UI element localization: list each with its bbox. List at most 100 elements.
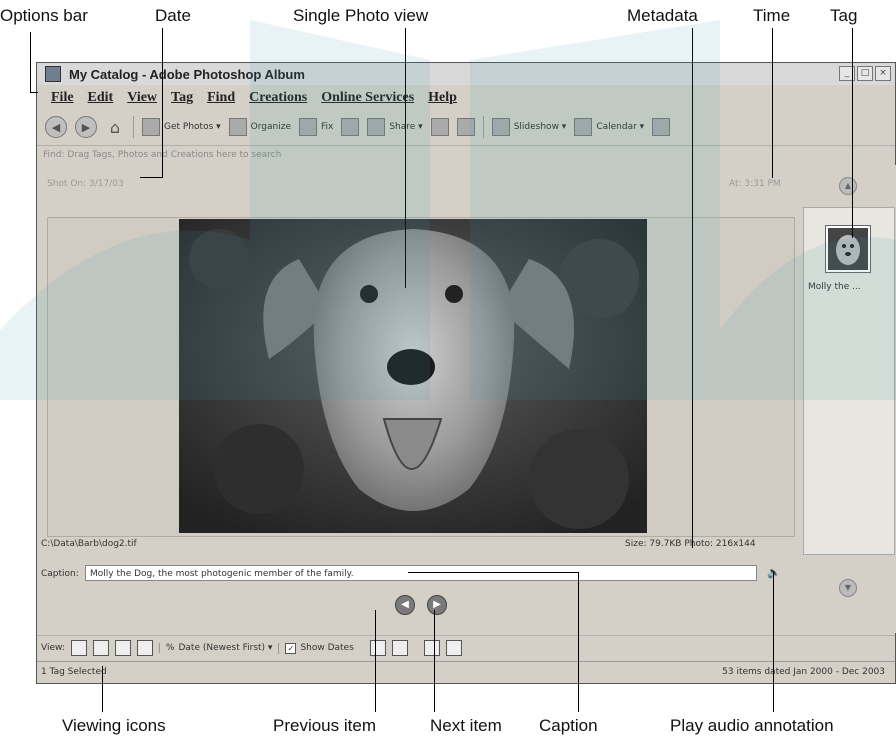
menu-bar: File Edit View Tag Find Creations Online… — [37, 87, 895, 109]
callout-options-bar: Options bar — [0, 6, 88, 25]
get-photos-button[interactable]: Get Photos ▾ — [142, 118, 221, 136]
leader-line — [408, 572, 578, 573]
show-dates-label: Show Dates — [300, 643, 354, 653]
small-thumbnails-icon[interactable] — [70, 640, 87, 656]
menu-find[interactable]: Find — [207, 90, 235, 106]
calendar-label: Calendar ▾ — [596, 122, 645, 132]
callout-time: Time — [753, 6, 791, 25]
callout-tag: Tag — [830, 6, 858, 25]
status-left: 1 Tag Selected — [41, 667, 107, 677]
leader-line — [692, 28, 693, 548]
next-item-button[interactable]: ▶ — [427, 595, 447, 615]
menu-creations[interactable]: Creations — [249, 90, 307, 106]
scroll-up-icon[interactable]: ▲ — [839, 177, 857, 195]
menu-help[interactable]: Help — [428, 90, 457, 106]
caption-field[interactable]: Molly the Dog, the most photogenic membe… — [85, 565, 757, 581]
leader-line — [162, 28, 163, 178]
shot-on-date: Shot On: 3/17/03 — [47, 179, 124, 189]
workspace-icon — [652, 118, 671, 136]
menu-online-services[interactable]: Online Services — [321, 90, 414, 106]
printer-icon — [456, 118, 475, 136]
menu-edit[interactable]: Edit — [88, 90, 114, 106]
title-bar: My Catalog - Adobe Photoshop Album _ □ × — [37, 63, 895, 85]
get-photos-label: Get Photos ▾ — [164, 122, 221, 132]
workspace-button[interactable] — [652, 118, 671, 136]
caption-label: Caption: — [41, 569, 79, 579]
slideshow-button[interactable]: Slideshow ▾ — [491, 118, 567, 136]
fix-button[interactable]: Fix — [298, 118, 334, 136]
leader-line — [773, 572, 774, 712]
large-thumbnails-icon[interactable] — [92, 640, 109, 656]
file-path: C:\Data\Barb\dog2.tif — [41, 539, 137, 549]
toolbar-separator — [482, 116, 484, 138]
tag-dog-thumbnail-icon — [828, 228, 868, 270]
home-icon[interactable]: ⌂ — [105, 117, 125, 137]
share-icon — [367, 118, 386, 136]
sort-dropdown[interactable]: % Date (Newest First) ▾ — [158, 643, 273, 653]
callout-date: Date — [155, 6, 191, 25]
previous-item-button[interactable]: ◀ — [395, 595, 415, 615]
menu-tag[interactable]: Tag — [171, 90, 193, 106]
organize-button[interactable]: Organize — [228, 118, 291, 136]
compare-icon[interactable] — [391, 640, 408, 656]
callout-previous-item: Previous item — [273, 716, 376, 735]
email-button[interactable] — [430, 118, 449, 136]
back-arrow-icon[interactable]: ◀ — [45, 116, 67, 138]
leader-line — [852, 28, 853, 238]
email-icon — [430, 118, 449, 136]
options-bar: ◀ ▶ ⌂ Get Photos ▾ Organize Fix Share ▾ … — [37, 111, 895, 143]
app-window: My Catalog - Adobe Photoshop Album _ □ ×… — [36, 62, 896, 684]
slideshow-icon — [491, 118, 510, 136]
tag-thumbnail[interactable] — [825, 225, 871, 273]
show-dates-toggle[interactable]: ✓ Show Dates — [278, 642, 354, 654]
callout-next-item: Next item — [430, 716, 502, 735]
share-button[interactable]: Share ▾ — [367, 118, 423, 136]
share-label: Share ▾ — [389, 122, 423, 132]
leader-line — [405, 28, 406, 288]
app-icon — [45, 66, 61, 82]
sort-icon: % — [165, 643, 175, 653]
find-bar[interactable]: Find: Drag Tags, Photos and Creations he… — [37, 145, 895, 164]
fit-window-icon[interactable] — [369, 640, 386, 656]
maximize-icon[interactable]: □ — [857, 66, 873, 81]
scroll-down-icon[interactable]: ▼ — [839, 579, 857, 597]
callout-viewing-icons: Viewing icons — [62, 716, 166, 735]
leader-line — [30, 32, 31, 92]
callout-play-audio: Play audio annotation — [670, 716, 834, 735]
menu-file[interactable]: File — [51, 90, 74, 106]
slideshow-label: Slideshow ▾ — [513, 122, 567, 132]
tag-label: Molly the ... — [808, 282, 861, 292]
window-controls: _ □ × — [839, 66, 891, 81]
status-right: 53 items dated Jan 2000 - Dec 2003 — [722, 667, 885, 677]
tag-pane: ▲ Molly the ... ▼ — [803, 165, 896, 633]
close-icon[interactable]: × — [875, 66, 891, 81]
tag-list: Molly the ... — [803, 207, 895, 555]
callout-caption: Caption — [539, 716, 598, 735]
view-bar: View: % Date (Newest First) ▾ ✓ Show Dates — [37, 635, 895, 660]
sort-label: Date (Newest First) ▾ — [178, 643, 273, 653]
leader-line — [30, 92, 38, 93]
print-button[interactable] — [341, 118, 360, 136]
toolbar-separator — [133, 116, 134, 138]
window-title: My Catalog - Adobe Photoshop Album — [69, 66, 305, 82]
leader-line — [375, 610, 376, 712]
details-view-icon[interactable] — [114, 640, 131, 656]
menu-view[interactable]: View — [127, 90, 157, 106]
forward-arrow-icon[interactable]: ▶ — [75, 116, 97, 138]
view-label: View: — [41, 643, 65, 653]
organize-icon — [228, 118, 247, 136]
single-photo-view-icon[interactable] — [136, 640, 153, 656]
calendar-button[interactable]: Calendar ▾ — [574, 118, 644, 136]
leader-line — [434, 610, 435, 712]
printer-button[interactable] — [456, 118, 475, 136]
status-bar: 1 Tag Selected 53 items dated Jan 2000 -… — [37, 661, 895, 682]
callout-single-photo-view: Single Photo view — [293, 6, 429, 25]
shot-time: At: 3:31 PM — [729, 179, 781, 189]
fix-label: Fix — [320, 122, 334, 132]
single-photo-view: Shot On: 3/17/03 At: 3:31 PM C:\Data\Bar… — [37, 165, 797, 633]
calendar-icon — [574, 118, 593, 136]
dog-photo[interactable] — [179, 219, 647, 533]
callout-metadata: Metadata — [627, 6, 698, 25]
rotate-left-icon[interactable] — [423, 640, 440, 656]
rotate-right-icon[interactable] — [445, 640, 462, 656]
